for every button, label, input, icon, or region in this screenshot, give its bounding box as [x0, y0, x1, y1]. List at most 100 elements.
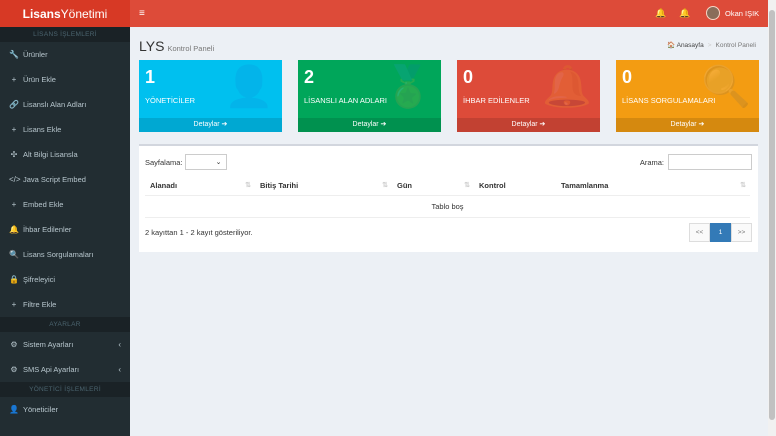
plus-icon: + — [11, 75, 17, 84]
stat-box: 0 LİSANS SORGULAMALARI 🔍 Detaylar ➔ — [616, 60, 759, 132]
medal-icon: 🏅 — [383, 65, 433, 109]
search: Arama: — [640, 154, 752, 170]
sidebar-item-label: Java Script Embed — [23, 175, 86, 184]
user-icon: 👤 — [9, 405, 19, 414]
sidebar: Lisans Yönetimi LİSANS İŞLEMLERİ 🔧 Ürünler… — [0, 0, 130, 436]
stat-number: 0 — [463, 67, 474, 87]
details-link[interactable]: Detaylar ➔ — [298, 118, 441, 132]
bell-icon[interactable]: 🔔 — [679, 8, 690, 19]
bell-icon[interactable]: 🔔 — [655, 8, 666, 19]
link-icon: 🔗 — [9, 100, 19, 109]
cogs-icon: ⚙ — [10, 340, 18, 349]
breadcrumb: 🏠 Anasayfa > Kontrol Paneli — [667, 42, 756, 49]
column-header[interactable]: Alanadı ⇅ — [145, 176, 255, 196]
sidebar-item-label: Alt Bilgi Lisansla — [23, 150, 78, 159]
brand-logo[interactable]: Lisans Yönetimi — [0, 0, 130, 27]
sidebar-item-alt-bilgi-lisansla[interactable]: ✣ Alt Bilgi Lisansla — [0, 142, 130, 167]
sidebar-item-embed-ekle[interactable]: + Embed Ekle — [0, 192, 130, 217]
chevron-down-icon: ⌄ — [215, 159, 222, 166]
next-page-button[interactable]: >> — [731, 223, 752, 242]
table-panel: Sayfalama: ⌄ Arama: Alanadı ⇅ Bitiş Tarihi ⇅… — [139, 144, 758, 252]
sidebar-item-label: Şifreleyici — [23, 275, 56, 284]
page-title: LYS Kontrol Paneli — [139, 38, 215, 54]
sidebar-item-ürünler[interactable]: 🔧 Ürünler — [0, 42, 130, 67]
stat-box: 1 YÖNETİCİLER 👤 Detaylar ➔ — [139, 60, 282, 132]
sort-icon: ⇅ — [464, 182, 470, 189]
page-length: Sayfalama: ⌄ — [145, 154, 227, 170]
stat-label: YÖNETİCİLER — [145, 96, 196, 105]
sidebar-item-label: Lisans Sorgulamaları — [23, 250, 94, 259]
menu-toggle-icon[interactable]: ≡ — [139, 8, 145, 19]
chevron-left-icon: ‹ — [118, 365, 121, 374]
breadcrumb-home[interactable]: Anasayfa — [677, 42, 704, 49]
sidebar-section-admin: YÖNETİCİ İŞLEMLERİ — [0, 382, 130, 397]
column-header[interactable]: Gün ⇅ — [392, 176, 474, 196]
code-icon: </> — [9, 175, 21, 184]
stat-number: 2 — [304, 67, 315, 87]
sidebar-item-label: Yöneticiler — [23, 405, 59, 414]
wrench-icon: 🔧 — [9, 50, 19, 59]
data-table: Alanadı ⇅ Bitiş Tarihi ⇅ Gün ⇅ Kontrol Tamamlan… — [145, 176, 750, 218]
user-plus-icon: 👤 — [224, 65, 274, 109]
arrows-icon: ✣ — [10, 150, 18, 159]
column-header[interactable]: Kontrol — [474, 176, 556, 196]
table-info: 2 kayıttan 1 - 2 kayıt gösteriliyor. — [145, 228, 253, 237]
sidebar-item-java-script-embed[interactable]: </> Java Script Embed — [0, 167, 130, 192]
sidebar-item-label: SMS Api Ayarları — [23, 365, 80, 374]
breadcrumb-current: Kontrol Paneli — [715, 42, 756, 49]
sidebar-item-label: Lisans Ekle — [23, 125, 62, 134]
stat-box: 0 İHBAR EDİLENLER 🔔 Detaylar ➔ — [457, 60, 600, 132]
plus-icon: + — [11, 125, 17, 134]
search-input[interactable] — [668, 154, 752, 170]
sidebar-item-label: Ürünler — [23, 50, 48, 59]
page-1-button[interactable]: 1 — [710, 223, 731, 242]
lock-icon: 🔒 — [9, 275, 19, 284]
stat-label: İHBAR EDİLENLER — [463, 96, 530, 105]
search-icon: 🔍 — [701, 65, 751, 109]
stat-number: 0 — [622, 67, 633, 87]
sidebar-item-şifreleyici[interactable]: 🔒 Şifreleyici — [0, 267, 130, 292]
sidebar-item-label: İhbar Edilenler — [23, 225, 72, 234]
sidebar-item-ürün-ekle[interactable]: + Ürün Ekle — [0, 67, 130, 92]
sidebar-item-label: Ürün Ekle — [23, 75, 56, 84]
column-header[interactable]: Tamamlanma ⇅ — [556, 176, 750, 196]
chevron-left-icon: ‹ — [118, 340, 121, 349]
column-header[interactable]: Bitiş Tarihi ⇅ — [255, 176, 392, 196]
sidebar-item-lisans-ekle[interactable]: + Lisans Ekle — [0, 117, 130, 142]
plus-icon: + — [11, 300, 17, 309]
page-subtitle: Kontrol Paneli — [167, 44, 215, 53]
sidebar-item-i̇hbar-edilenler[interactable]: 🔔 İhbar Edilenler — [0, 217, 130, 242]
avatar[interactable] — [706, 6, 720, 20]
stat-label: LİSANSLI ALAN ADLARI — [304, 96, 387, 105]
sidebar-item-lisanslı-alan-adları[interactable]: 🔗 Lisanslı Alan Adları — [0, 92, 130, 117]
bell-icon: 🔔 — [9, 225, 19, 234]
details-link[interactable]: Detaylar ➔ — [616, 118, 759, 132]
stat-box: 2 LİSANSLI ALAN ADLARI 🏅 Detaylar ➔ — [298, 60, 441, 132]
sidebar-item-label: Lisanslı Alan Adları — [23, 100, 87, 109]
bell-icon: 🔔 — [542, 65, 592, 109]
search-icon: 🔍 — [9, 250, 19, 259]
home-icon: 🏠 — [667, 42, 676, 49]
user-name[interactable]: Okan IŞIK — [725, 9, 759, 18]
sidebar-item-label: Sistem Ayarları — [23, 340, 74, 349]
sidebar-item-sms-api-ayarları[interactable]: ⚙ SMS Api Ayarları ‹ — [0, 357, 130, 382]
sidebar-item-lisans-sorgulamaları[interactable]: 🔍 Lisans Sorgulamaları — [0, 242, 130, 267]
sort-icon: ⇅ — [245, 182, 251, 189]
pagination: << 1 >> — [689, 223, 752, 242]
sidebar-section-settings: AYARLAR — [0, 317, 130, 332]
details-link[interactable]: Detaylar ➔ — [457, 118, 600, 132]
sidebar-item-yöneticiler[interactable]: 👤 Yöneticiler — [0, 397, 130, 422]
empty-table-message: Tablo boş — [145, 195, 750, 218]
sidebar-item-filtre-ekle[interactable]: + Filtre Ekle — [0, 292, 130, 317]
sidebar-item-label: Embed Ekle — [23, 200, 64, 209]
sort-icon: ⇅ — [740, 182, 746, 189]
sidebar-item-sistem-ayarları[interactable]: ⚙ Sistem Ayarları ‹ — [0, 332, 130, 357]
stat-number: 1 — [145, 67, 156, 87]
prev-page-button[interactable]: << — [689, 223, 710, 242]
sort-icon: ⇅ — [382, 182, 388, 189]
page-length-select[interactable]: ⌄ — [184, 154, 227, 170]
details-link[interactable]: Detaylar ➔ — [139, 118, 282, 132]
scrollbar[interactable] — [768, 0, 776, 436]
main-content: LYS Kontrol Paneli 🏠 Anasayfa > Kontrol Pan… — [130, 27, 768, 436]
top-navbar: ≡ 🔔 🔔 Okan IŞIK — [130, 0, 776, 27]
